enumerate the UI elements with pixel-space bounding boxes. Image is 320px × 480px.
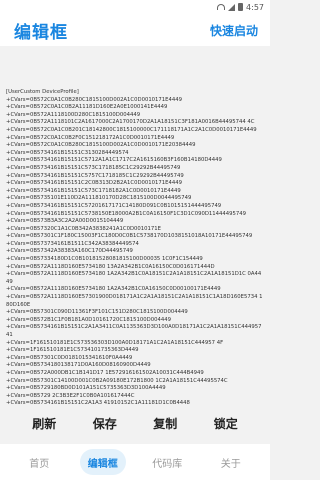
action-bar: 刷新 保存 复制 锁定 (0, 410, 270, 436)
config-text-editor[interactable]: [UserCustom DeviceProfile] +CVars=0B572C… (6, 89, 264, 409)
nav-tab-code-library[interactable]: 代码库 (144, 449, 190, 475)
quick-start-button[interactable]: 快速启动 (210, 22, 258, 39)
battery-icon (238, 3, 244, 11)
app-header: 编辑框 快速启动 (0, 14, 270, 46)
editor-content[interactable]: [UserCustom DeviceProfile] +CVars=0B572C… (6, 89, 264, 408)
refresh-button[interactable]: 刷新 (26, 413, 62, 434)
save-button[interactable]: 保存 (87, 413, 123, 434)
status-time: 4:57 (246, 2, 264, 12)
bottom-navigation: 首页 编辑框 代码库 关于 (0, 444, 270, 480)
nav-tab-home[interactable]: 首页 (17, 449, 61, 475)
wifi-icon (217, 4, 226, 10)
nav-tab-about[interactable]: 关于 (209, 449, 253, 475)
nav-tab-editor[interactable]: 编辑框 (79, 449, 126, 475)
page-title: 编辑框 (14, 22, 68, 43)
signal-icon (228, 3, 236, 11)
lock-button[interactable]: 锁定 (208, 413, 244, 434)
status-bar: 4:57 (0, 0, 270, 14)
copy-button[interactable]: 复制 (147, 413, 183, 434)
